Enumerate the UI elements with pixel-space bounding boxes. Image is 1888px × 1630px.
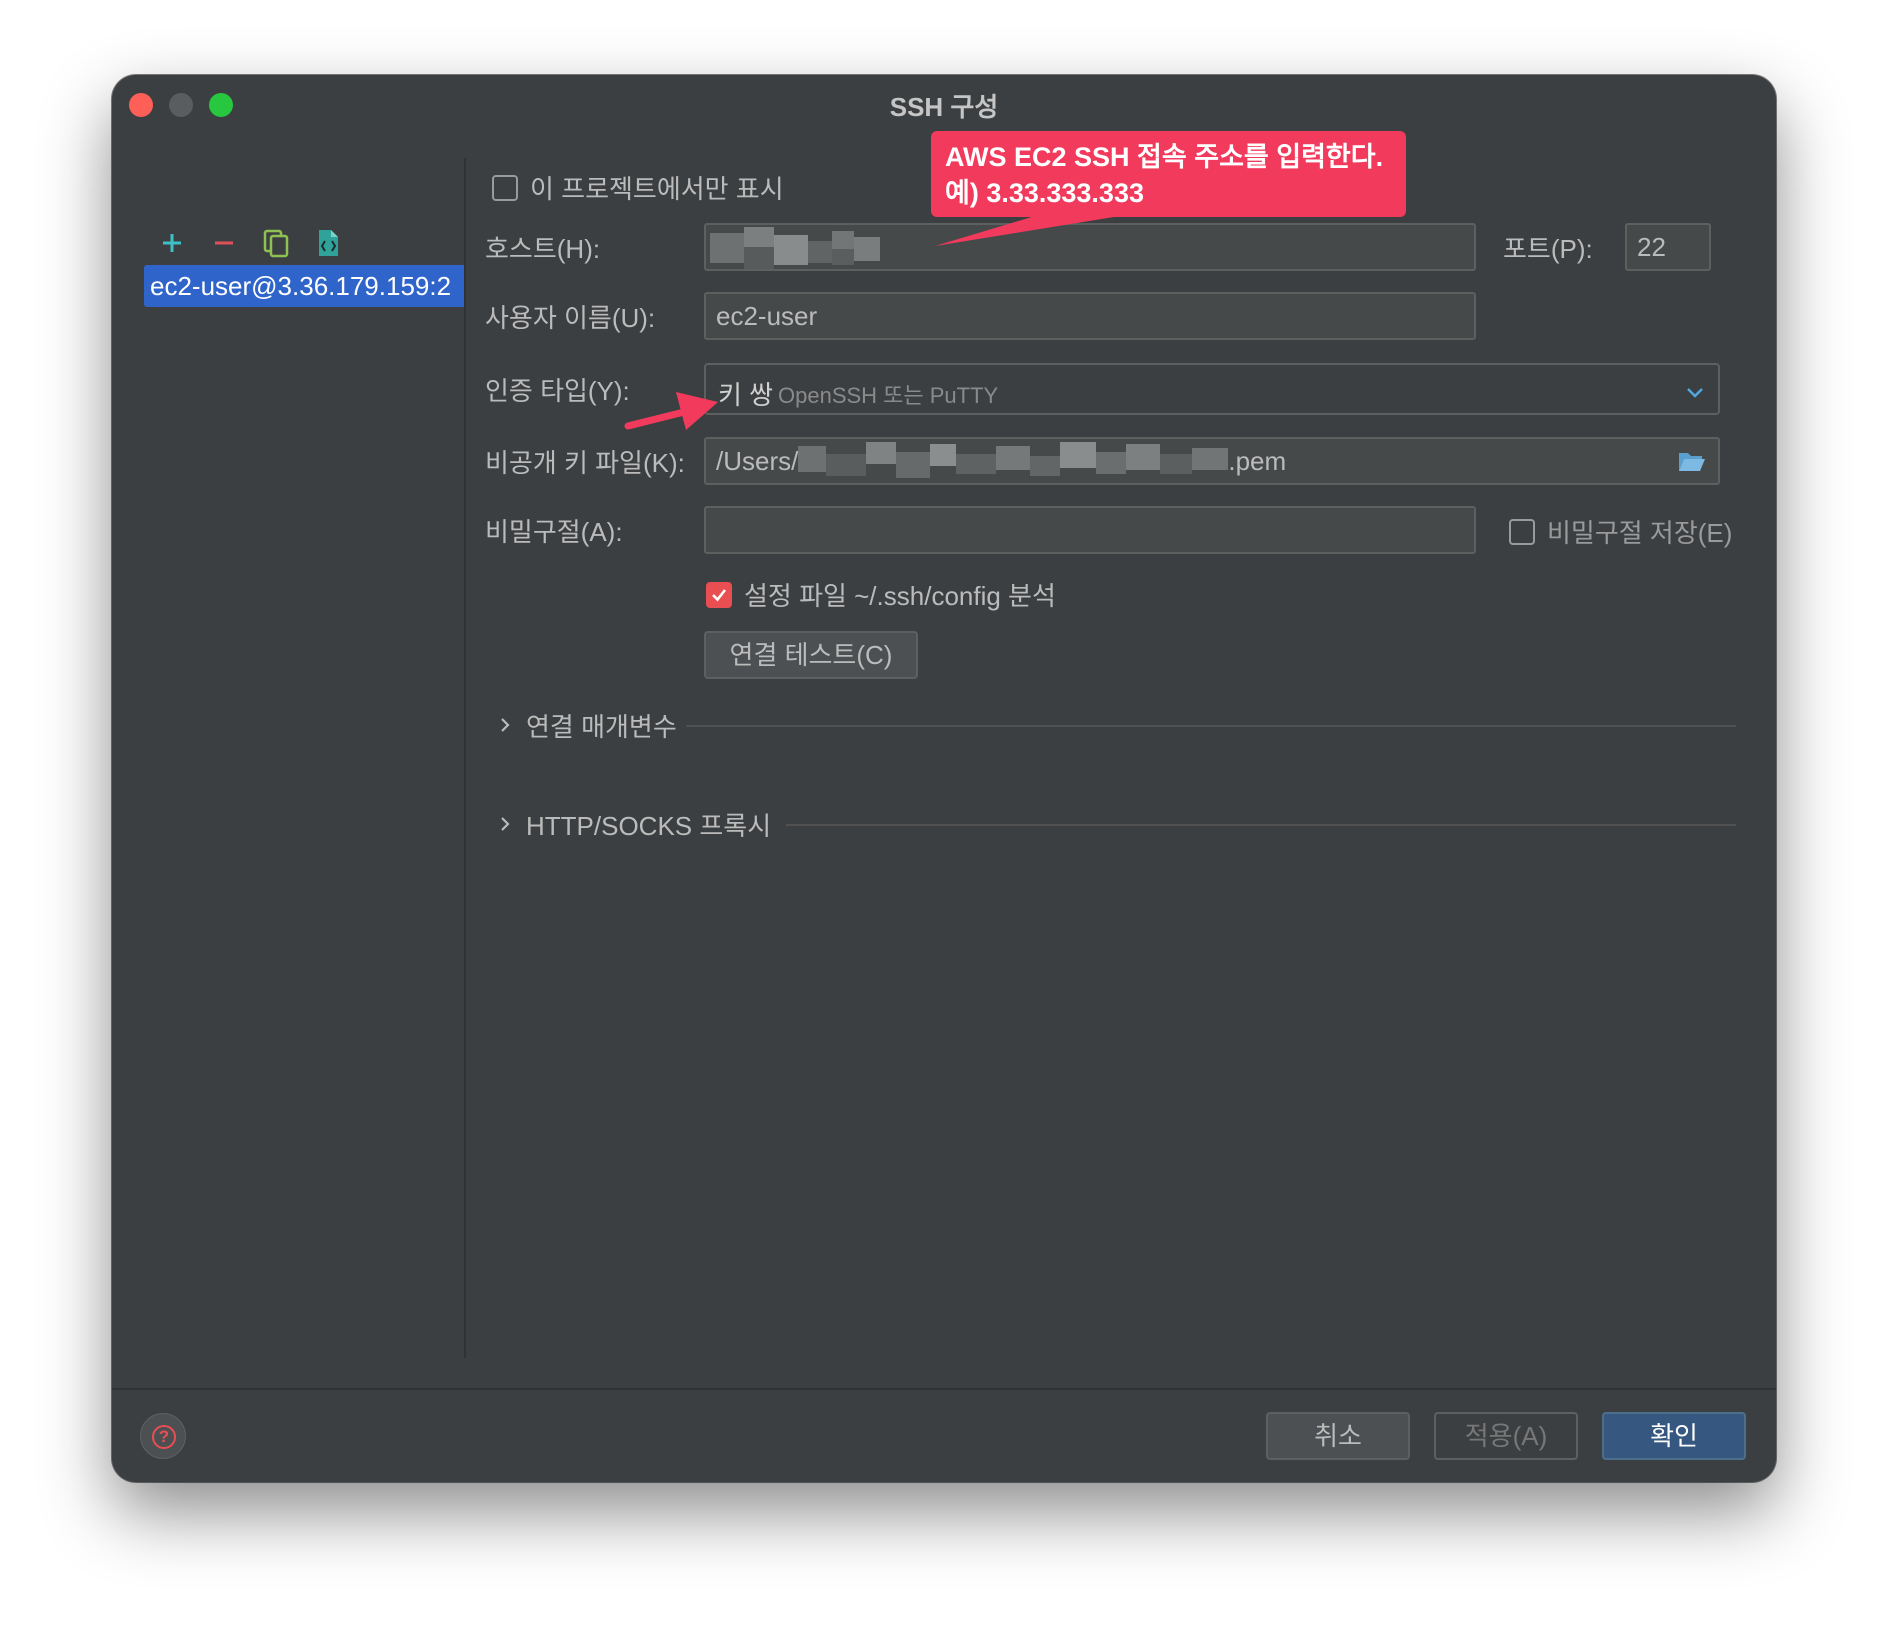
host-list-panel: ec2-user@3.36.179.159:2 <box>112 133 466 1353</box>
private-key-input[interactable]: /Users/ .pem <box>704 437 1720 485</box>
remove-icon[interactable] <box>208 227 240 259</box>
auth-type-value: 키 쌍 <box>718 380 774 410</box>
username-label: 사용자 이름(U): <box>485 303 656 333</box>
folder-open-icon[interactable] <box>1678 449 1706 473</box>
auth-type-label: 인증 타입(Y): <box>485 376 630 406</box>
chevron-right-icon <box>501 817 510 831</box>
save-passphrase-label: 비밀구절 저장(E) <box>1547 518 1733 548</box>
section-label: HTTP/SOCKS 프록시 <box>526 811 772 841</box>
only-this-project-label: 이 프로젝트에서만 표시 <box>530 174 784 204</box>
apply-button[interactable]: 적용(A) <box>1434 1412 1578 1460</box>
auth-type-select[interactable]: 키 쌍 OpenSSH 또는 PuTTY <box>704 363 1720 415</box>
title-bar: SSH 구성 <box>112 75 1776 133</box>
auth-type-hint: OpenSSH 또는 PuTTY <box>778 383 999 408</box>
passphrase-input[interactable] <box>704 506 1476 554</box>
host-input[interactable] <box>704 223 1476 271</box>
help-button[interactable]: ? <box>140 1413 186 1459</box>
chevron-right-icon <box>501 718 510 732</box>
chevron-down-icon <box>1687 388 1703 398</box>
redacted-path-mosaic <box>798 442 1229 479</box>
add-icon[interactable] <box>156 227 188 259</box>
ssh-config-dialog: SSH 구성 ec2-user@3.36.179.159:2 이 프로젝트에서만… <box>112 75 1776 1482</box>
window-title: SSH 구성 <box>889 92 999 122</box>
section-divider <box>786 824 1736 826</box>
copy-icon[interactable] <box>260 227 292 259</box>
panel-divider <box>464 158 466 1358</box>
port-input[interactable]: 22 <box>1625 223 1711 271</box>
section-label: 연결 매개변수 <box>526 712 677 742</box>
username-input[interactable]: ec2-user <box>704 292 1476 340</box>
annotation-line-1: AWS EC2 SSH 접속 주소를 입력한다. <box>945 142 1384 172</box>
proxy-section[interactable]: HTTP/SOCKS 프록시 <box>496 806 1736 842</box>
cancel-button[interactable]: 취소 <box>1266 1412 1410 1460</box>
export-icon[interactable] <box>312 227 344 259</box>
parse-config-checkbox[interactable] <box>706 582 732 608</box>
parse-config-label: 설정 파일 ~/.ssh/config 분석 <box>744 581 1056 611</box>
passphrase-label: 비밀구절(A): <box>485 517 623 547</box>
test-connection-button[interactable]: 연결 테스트(C) <box>704 631 918 679</box>
section-divider <box>686 725 1736 727</box>
annotation-callout: AWS EC2 SSH 접속 주소를 입력한다. 예) 3.33.333.333 <box>931 131 1406 217</box>
port-label: 포트(P): <box>1503 234 1593 264</box>
annotation-line-2: 예) 3.33.333.333 <box>945 178 1144 208</box>
host-label: 호스트(H): <box>485 234 601 264</box>
help-icon: ? <box>152 1425 176 1449</box>
host-list-item[interactable]: ec2-user@3.36.179.159:2 <box>144 265 466 307</box>
save-passphrase-checkbox[interactable] <box>1509 519 1535 545</box>
private-key-label: 비공개 키 파일(K): <box>485 448 685 478</box>
private-key-path-prefix: /Users/ <box>716 446 799 476</box>
connection-params-section[interactable]: 연결 매개변수 <box>496 707 1736 743</box>
footer-divider <box>112 1388 1776 1390</box>
private-key-path-suffix: .pem <box>1228 446 1287 476</box>
ok-button[interactable]: 확인 <box>1602 1412 1746 1460</box>
only-this-project-checkbox[interactable] <box>492 175 518 201</box>
redacted-host-mosaic <box>710 227 880 269</box>
